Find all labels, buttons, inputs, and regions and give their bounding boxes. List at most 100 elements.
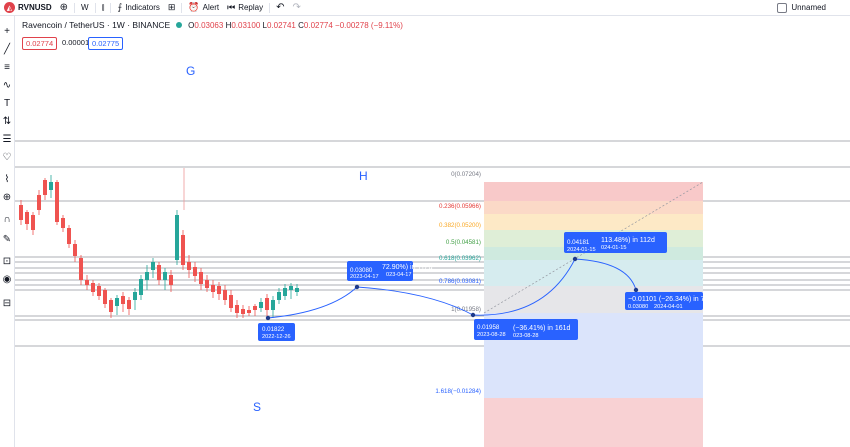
layout-name-label: Unnamed	[791, 3, 826, 12]
candle-body	[295, 288, 299, 292]
redo-button[interactable]: ↷	[289, 0, 305, 15]
candle-body	[205, 280, 209, 288]
divider	[269, 2, 271, 13]
candle-body	[115, 298, 119, 306]
candle-body	[169, 275, 173, 285]
candle-body	[61, 218, 65, 228]
candle-body	[91, 283, 95, 292]
interval-button[interactable]: W	[77, 0, 93, 15]
undo-button[interactable]: ↶	[272, 0, 288, 15]
candle-body	[223, 290, 227, 300]
text-tool-icon[interactable]: T	[1, 98, 13, 110]
fib-level-label: 0(0.07204)	[451, 171, 481, 178]
top-toolbar: ◭ RVNUSD ⊕ W ⫾ ⨍ Indicators ⊞ ⏰ Alert ⏮ …	[0, 0, 850, 16]
measure-tag-text: 2023-08-28	[477, 332, 506, 338]
pivot-point	[633, 287, 639, 293]
candle-body	[37, 195, 41, 210]
templates-button[interactable]: ⊞	[164, 0, 180, 15]
candle-body	[175, 215, 179, 260]
pivot-point	[265, 315, 271, 321]
candles-icon: ⫾	[101, 2, 105, 12]
fib-tool-icon[interactable]: ≡	[1, 62, 13, 74]
replay-icon: ⏮	[227, 2, 236, 12]
fib-level-label: 0.618(0.03962)	[439, 255, 481, 262]
replay-button[interactable]: ⏮ Replay	[223, 0, 267, 15]
candle-body	[229, 295, 233, 308]
pivot-point	[354, 284, 360, 290]
trash-icon[interactable]: ⊟	[1, 298, 13, 310]
layout-name-button[interactable]: Unnamed	[777, 1, 826, 14]
price-chart[interactable]: 0(0.07204) 0.236(0.05966) 0.382(0.05200) 0.…	[15, 16, 850, 447]
pattern-icon[interactable]: ∿	[1, 80, 13, 92]
candle-body	[67, 228, 71, 244]
fib-level-label: 0.5(0.04581)	[446, 239, 481, 246]
interval-label: W	[81, 3, 89, 12]
candle-body	[97, 286, 101, 296]
measure-icon[interactable]: ⇅	[1, 116, 13, 128]
measure-tag-text: 023-08-28	[513, 333, 539, 339]
measure-tag-text: 2023-04-17	[350, 274, 379, 280]
redo-icon: ↷	[292, 2, 301, 13]
alarm-clock-icon: ⏰	[188, 2, 200, 12]
annotation-h: H	[359, 169, 368, 183]
candle-body	[247, 310, 251, 313]
grid-icon: ⊞	[167, 2, 176, 12]
eye-icon[interactable]: ◉	[1, 274, 13, 286]
zoom-icon[interactable]: ⊕	[1, 192, 13, 204]
candle-body	[265, 298, 269, 310]
chart-type-button[interactable]: ⫾	[98, 0, 109, 15]
annotation-g: G	[186, 64, 195, 78]
candle-body	[253, 306, 257, 310]
candle-body	[163, 272, 167, 280]
compare-add-button[interactable]: ⊕	[56, 0, 72, 15]
projection-arc	[267, 286, 358, 319]
measure-tag-text: 2024-04-01	[654, 304, 683, 310]
measure-tag-text: 024-01-15	[601, 245, 627, 251]
measure-tag-text: 0.01958	[477, 324, 500, 331]
fib-level-label: 0.786(0.03081)	[439, 278, 481, 285]
candle-body	[55, 182, 59, 222]
candle-body	[217, 286, 221, 294]
trend-line-icon[interactable]: ╱	[1, 44, 13, 56]
candle-body	[25, 212, 29, 224]
ruler-icon[interactable]: ⌇	[1, 174, 13, 186]
indicators-button[interactable]: ⨍ Indicators	[113, 0, 163, 15]
candle-body	[151, 262, 155, 270]
fib-zone	[484, 201, 703, 214]
lock-icon[interactable]: ⊡	[1, 256, 13, 268]
divider	[94, 2, 96, 13]
divider	[74, 2, 76, 13]
undo-icon: ↶	[276, 2, 285, 13]
candle-body	[181, 235, 185, 265]
candle-body	[31, 215, 35, 230]
measure-tag-text: 0.04181	[567, 239, 590, 246]
candle-body	[211, 285, 215, 292]
heart-icon[interactable]: ♡	[1, 152, 13, 164]
replay-label: Replay	[238, 3, 264, 12]
candle-body	[235, 305, 239, 313]
candle-body	[19, 205, 23, 220]
candle-body	[283, 288, 287, 296]
magnet-icon[interactable]: ∩	[1, 214, 13, 226]
candle-body	[103, 290, 107, 304]
forecast-icon[interactable]: ☰	[1, 134, 13, 146]
checkbox-icon	[777, 2, 788, 13]
symbol-label: RVNUSD	[18, 3, 52, 12]
crosshair-icon[interactable]: +	[1, 26, 13, 38]
measure-tag-text: 0.03080	[350, 267, 373, 274]
fib-zone	[484, 182, 703, 201]
candle-body	[85, 280, 89, 285]
drawing-toolbar: + ╱ ≡ ∿ T ⇅ ☰ ♡ ⌇ ⊕ ∩ ✎ ⊡ ◉ ⊟	[0, 16, 15, 447]
measure-tag-text: 113.48%) in 112d	[601, 237, 655, 244]
alert-button[interactable]: ⏰ Alert	[184, 0, 223, 15]
candle-body	[199, 272, 203, 284]
pencil-icon[interactable]: ✎	[1, 234, 13, 246]
measure-tag-text: 0.03080	[628, 304, 648, 310]
measure-tag-text: 0.01822	[262, 326, 285, 333]
candle-body	[43, 180, 47, 195]
fib-level-label: 1.618(−0.01284)	[435, 388, 481, 395]
measure-tag-text: 2024-01-15	[567, 247, 596, 253]
fib-zone	[484, 214, 703, 230]
candle-body	[127, 300, 131, 309]
symbol-selector[interactable]: ◭ RVNUSD	[0, 0, 56, 15]
